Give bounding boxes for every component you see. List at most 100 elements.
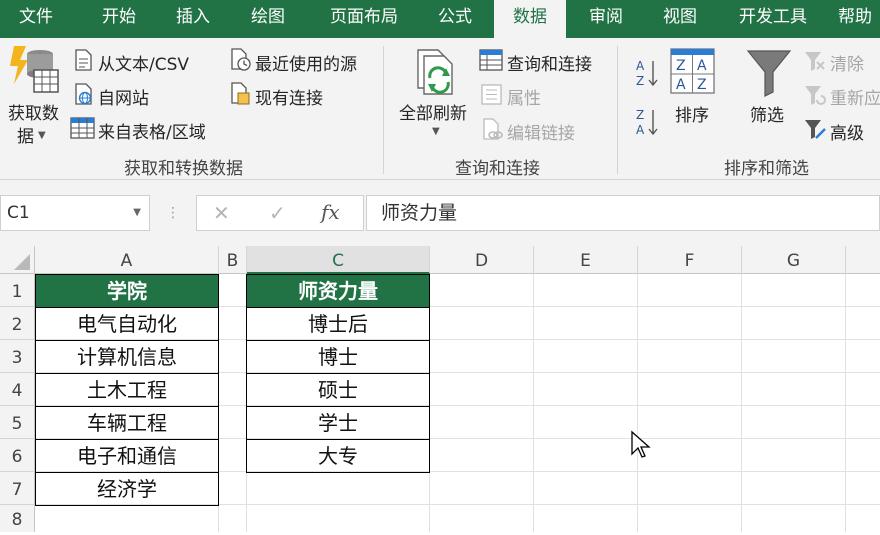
advanced-filter-icon xyxy=(805,120,826,139)
row-header-8[interactable]: 8 xyxy=(0,505,35,532)
existing-connections-icon xyxy=(231,82,250,105)
table-range-icon xyxy=(70,117,95,139)
column-header-f[interactable]: F xyxy=(638,246,742,274)
gridline xyxy=(637,274,638,532)
row-header-1[interactable]: 1 xyxy=(0,274,35,307)
queries-connections-icon xyxy=(479,49,503,71)
cancel-icon[interactable]: ✕ xyxy=(213,201,230,225)
get-data-button-line2[interactable]: 据 xyxy=(17,122,34,147)
group-separator xyxy=(617,46,618,174)
column-header-c[interactable]: C xyxy=(247,246,430,274)
get-data-icon[interactable] xyxy=(8,44,62,96)
gridline xyxy=(845,274,846,532)
sort-button[interactable]: 排序 xyxy=(675,101,709,126)
cell-a6[interactable]: 电子和通信 xyxy=(35,439,219,473)
refresh-all-button[interactable]: 全部刷新 xyxy=(399,99,467,124)
svg-text:A: A xyxy=(636,123,645,137)
column-header-d[interactable]: D xyxy=(430,246,534,274)
cell-c2[interactable]: 博士后 xyxy=(246,307,430,341)
row-header-2[interactable]: 2 xyxy=(0,307,35,340)
sort-icon[interactable]: Z A A Z xyxy=(670,48,716,96)
tab-help[interactable]: 帮助 xyxy=(838,0,880,38)
column-header-a[interactable]: A xyxy=(35,246,219,274)
properties-button[interactable]: 属性 xyxy=(507,84,541,109)
svg-text:Z: Z xyxy=(697,77,707,93)
gridline xyxy=(533,274,534,532)
properties-icon xyxy=(481,84,502,105)
cell-c3[interactable]: 博士 xyxy=(246,340,430,374)
group-label-get-transform: 获取和转换数据 xyxy=(124,159,243,179)
chevron-down-icon[interactable]: ▼ xyxy=(38,130,46,141)
more-options-icon[interactable]: ⋮ xyxy=(166,203,180,223)
tab-data[interactable]: 数据 xyxy=(494,0,566,38)
cell-a2[interactable]: 电气自动化 xyxy=(35,307,219,341)
refresh-all-icon[interactable] xyxy=(414,48,462,98)
recent-sources-icon xyxy=(231,48,251,71)
tab-page-layout[interactable]: 页面布局 xyxy=(318,0,410,38)
clear-button[interactable]: 清除 xyxy=(830,50,864,75)
tab-draw[interactable]: 绘图 xyxy=(233,0,303,38)
name-box[interactable]: C1 ▼ xyxy=(0,195,150,231)
filter-funnel-icon[interactable] xyxy=(746,48,792,98)
edit-links-icon xyxy=(483,118,503,140)
svg-text:Z: Z xyxy=(636,74,644,88)
column-header-e[interactable]: E xyxy=(534,246,638,274)
tab-home[interactable]: 开始 xyxy=(84,0,154,38)
chevron-down-icon[interactable]: ▼ xyxy=(432,126,440,137)
sort-descending-icon[interactable]: Z A xyxy=(636,107,660,137)
name-box-value: C1 xyxy=(7,203,30,223)
tab-developer[interactable]: 开发工具 xyxy=(728,0,818,38)
tab-file[interactable]: 文件 xyxy=(0,0,72,38)
select-all-triangle-icon xyxy=(14,254,30,270)
svg-text:Z: Z xyxy=(676,58,686,74)
column-header-h[interactable] xyxy=(846,246,880,274)
row-header-4[interactable]: 4 xyxy=(0,373,35,406)
cell-c5[interactable]: 学士 xyxy=(246,406,430,440)
tab-insert[interactable]: 插入 xyxy=(158,0,228,38)
cell-a1[interactable]: 学院 xyxy=(35,274,219,308)
formula-bar: C1 ▼ ⋮ ✕ ✓ fx 师资力量 xyxy=(0,180,880,246)
cell-a3[interactable]: 计算机信息 xyxy=(35,340,219,374)
reapply-icon xyxy=(805,86,826,105)
from-table-button[interactable]: 来自表格/区域 xyxy=(98,118,206,143)
svg-text:A: A xyxy=(636,59,645,73)
row-header-3[interactable]: 3 xyxy=(0,340,35,373)
chevron-down-icon[interactable]: ▼ xyxy=(133,196,141,230)
clear-filter-icon xyxy=(805,52,825,71)
advanced-button[interactable]: 高级 xyxy=(830,119,864,144)
cell-c6[interactable]: 大专 xyxy=(246,439,430,473)
cell-a4[interactable]: 土木工程 xyxy=(35,373,219,407)
formula-buttons: ✕ ✓ fx xyxy=(196,195,364,231)
worksheet-grid[interactable]: A B C D E F G 1 2 3 4 5 6 7 8 学院 电气自动化 计… xyxy=(0,246,880,532)
filter-button[interactable]: 筛选 xyxy=(750,101,784,126)
text-file-icon xyxy=(75,49,92,71)
column-header-g[interactable]: G xyxy=(742,246,846,274)
select-all-corner[interactable] xyxy=(0,246,35,274)
get-data-button[interactable]: 获取数 xyxy=(8,99,59,124)
tab-formulas[interactable]: 公式 xyxy=(420,0,490,38)
column-header-b[interactable]: B xyxy=(219,246,247,274)
queries-connections-button[interactable]: 查询和连接 xyxy=(507,50,592,75)
existing-connections-button[interactable]: 现有连接 xyxy=(255,84,323,109)
gridline xyxy=(741,274,742,532)
cell-a5[interactable]: 车辆工程 xyxy=(35,406,219,440)
formula-input[interactable]: 师资力量 xyxy=(366,195,880,231)
reapply-button[interactable]: 重新应用 xyxy=(830,84,880,109)
group-label-queries: 查询和连接 xyxy=(455,159,540,179)
row-header-7[interactable]: 7 xyxy=(0,472,35,505)
cell-c4[interactable]: 硕士 xyxy=(246,373,430,407)
enter-icon[interactable]: ✓ xyxy=(269,201,286,225)
cell-a7[interactable]: 经济学 xyxy=(35,472,219,506)
insert-function-icon[interactable]: fx xyxy=(321,200,340,224)
recent-sources-button[interactable]: 最近使用的源 xyxy=(255,50,357,75)
from-text-csv-button[interactable]: 从文本/CSV xyxy=(98,50,189,75)
from-web-button[interactable]: 自网站 xyxy=(98,84,149,109)
edit-links-button[interactable]: 编辑链接 xyxy=(507,119,575,144)
cell-c1[interactable]: 师资力量 xyxy=(246,274,430,308)
tab-view[interactable]: 视图 xyxy=(646,0,714,38)
row-header-6[interactable]: 6 xyxy=(0,439,35,472)
row-header-5[interactable]: 5 xyxy=(0,406,35,439)
sort-ascending-icon[interactable]: A Z xyxy=(636,58,660,88)
tab-review[interactable]: 审阅 xyxy=(572,0,640,38)
ribbon-tab-bar: 文件 开始 插入 绘图 页面布局 公式 数据 审阅 视图 开发工具 帮助 xyxy=(0,0,880,38)
